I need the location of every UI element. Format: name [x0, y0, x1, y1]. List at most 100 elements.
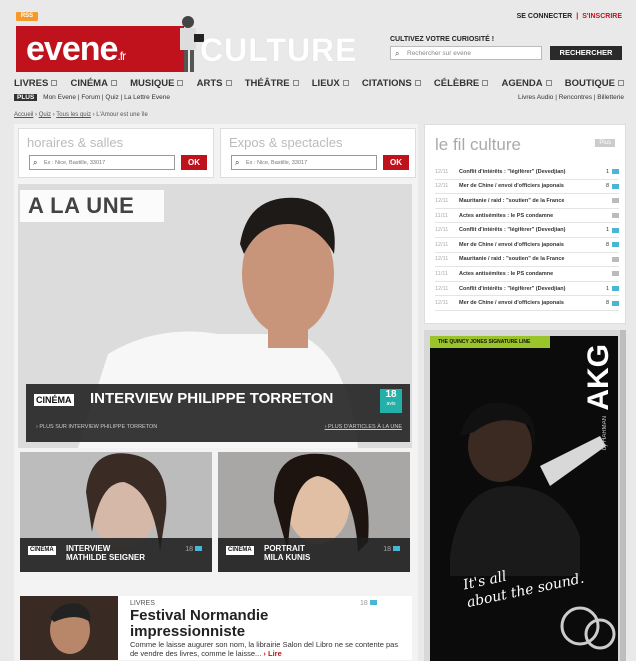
nav-item[interactable]: THÉÂTRE	[245, 76, 299, 90]
news-date: 12/11	[435, 300, 449, 307]
breadcrumb: Accueil › Quiz › Tous les quiz › L'Amour…	[14, 112, 148, 118]
nav-item[interactable]: CÉLÈBRE	[434, 76, 489, 90]
breadcrumb-quiz[interactable]: Quiz	[39, 112, 51, 118]
news-date: 12/11	[435, 256, 449, 263]
nav-item-label: ARTS	[196, 77, 223, 89]
site-search-input[interactable]: ⌕ Rechercher sur evene	[390, 46, 542, 60]
headline-title[interactable]: INTERVIEW PHILIPPE TORRETON	[90, 390, 333, 407]
news-headline: Mer de Chine / envoi d'officiers japonai…	[459, 300, 564, 307]
feature-card[interactable]: CINÉMA INTERVIEW MATHILDE SEIGNER 18	[20, 452, 212, 572]
news-date: 12/11	[435, 241, 449, 248]
comment-icon	[612, 213, 619, 219]
news-feed-list: 12/11 Conflit d'intérêts : "légifèrer" (D…	[435, 165, 619, 311]
news-feed-row[interactable]: 12/11 Conflit d'intérêts : "légifèrer" (D…	[435, 165, 619, 180]
nav-item[interactable]: LIVRES	[14, 76, 58, 90]
ad-scrollbar[interactable]	[620, 330, 626, 661]
card-title: INTERVIEW MATHILDE SEIGNER	[66, 544, 145, 562]
dropdown-icon	[342, 80, 349, 86]
breadcrumb-all-quiz[interactable]: Tous les quiz	[56, 112, 91, 118]
rss-icon[interactable]: RSS	[16, 12, 38, 21]
horaires-input[interactable]: ⌕ Ex : Nice, Bastille, 33017	[29, 155, 175, 170]
comment-icon	[393, 546, 400, 551]
nav-item[interactable]: ARTS	[197, 76, 232, 90]
comment-icon	[612, 242, 619, 248]
login-link[interactable]: SE CONNECTER	[517, 13, 573, 20]
expos-input[interactable]: ⌕ Ex : Nice, Bastille, 33017	[231, 155, 377, 170]
news-feed-row[interactable]: 12/11 Conflit d'intérêts : "légifèrer" (D…	[435, 223, 619, 238]
headline-more-link[interactable]: › PLUS SUR INTERVIEW PHILIPPE TORRETON	[36, 424, 157, 430]
more-articles-link[interactable]: › PLUS D'ARTICLES À LA UNE	[325, 424, 402, 430]
dropdown-icon	[177, 80, 184, 86]
expos-ok-button[interactable]: OK	[383, 155, 409, 170]
news-date: 12/11	[435, 168, 449, 175]
search-button[interactable]: RECHERCHER	[550, 46, 622, 60]
news-date: 11/11	[435, 212, 448, 219]
advertisement[interactable]: THE QUINCY JONES SIGNATURE LINE AKG by H…	[424, 330, 626, 661]
news-comment-count: 8	[605, 300, 609, 307]
nav-item[interactable]: AGENDA	[501, 76, 552, 90]
read-more-link[interactable]: › Lire	[263, 649, 281, 658]
breadcrumb-home[interactable]: Accueil	[14, 112, 33, 118]
news-feed-row[interactable]: 12/11 Mer de Chine / envoi d'officiers ja…	[435, 238, 619, 253]
ad-green-banner: THE QUINCY JONES SIGNATURE LINE	[430, 336, 550, 348]
news-date: 11/11	[435, 270, 448, 277]
headline-review-count[interactable]: 18 avis	[380, 389, 402, 413]
nav-item[interactable]: CITATIONS	[362, 76, 421, 90]
nav-item[interactable]: MUSIQUE	[130, 76, 184, 90]
account-links: SE CONNECTER | S'INSCRIRE	[516, 13, 622, 20]
headline-feature[interactable]: A LA UNE CINÉMA INTERVIEW PHILIPPE TORRE…	[18, 184, 412, 448]
news-feed-row[interactable]: 11/11 Actes antisémites : le PS condamne	[435, 209, 619, 224]
ad-brand: AKG	[582, 344, 615, 411]
news-headline: Mauritanie / raid : "soutien" de la Fran…	[459, 197, 565, 204]
feature-card[interactable]: CINÉMA PORTRAIT MILA KUNIS 18	[218, 452, 410, 572]
nav-item-label: LIEUX	[311, 77, 340, 89]
subnav-left-links[interactable]: Mon Evene | Forum | Quiz | La Lettre Eve…	[43, 94, 170, 101]
news-feed-more-button[interactable]: Plus	[595, 139, 615, 147]
news-feed: le fil culture Plus 12/11 Conflit d'intér…	[424, 124, 626, 324]
ad-banner[interactable]: THE QUINCY JONES SIGNATURE LINE AKG by H…	[430, 336, 618, 661]
news-comment-count: 8	[605, 183, 609, 190]
header-tagline: CULTIVEZ VOTRE CURIOSITÉ !	[390, 36, 495, 43]
article-photo	[20, 596, 118, 660]
card-category-tag: CINÉMA	[28, 546, 56, 555]
news-feed-row[interactable]: 12/11 Mer de Chine / envoi d'officiers ja…	[435, 180, 619, 195]
news-headline: Conflit d'intérêts : "légifèrer" (Devedj…	[459, 227, 566, 234]
headline-category-tag: CINÉMA	[34, 394, 74, 406]
news-headline: Conflit d'intérêts : "légifèrer" (Devedj…	[459, 168, 566, 175]
news-date: 12/11	[435, 183, 449, 190]
site-logo[interactable]: evene.fr	[16, 26, 184, 72]
main-nav: LIVRES CINÉMA MUSIQUE ARTS THÉÂTRE LIEUX CITAT…	[14, 76, 624, 90]
news-feed-row[interactable]: 12/11 Conflit d'intérêts : "légifèrer" (D…	[435, 282, 619, 297]
register-link[interactable]: S'INSCRIRE	[582, 13, 622, 20]
nav-item[interactable]: BOUTIQUE	[565, 76, 624, 90]
news-headline: Actes antisémites : le PS condamne	[459, 212, 554, 219]
comment-icon	[612, 183, 619, 189]
une-label: A LA UNE	[20, 190, 164, 222]
comment-icon	[612, 286, 619, 292]
ad-brand-by: by HARMAN	[602, 416, 608, 451]
expos-panel: Expos & spectacles ⌕ Ex : Nice, Bastille…	[220, 128, 416, 178]
page: RSS SE CONNECTER | S'INSCRIRE evene.fr CUL…	[0, 0, 636, 661]
card-caption: CINÉMA INTERVIEW MATHILDE SEIGNER 18	[20, 538, 212, 572]
news-comment-count: 1	[605, 285, 609, 292]
plus-badge: PLUS	[14, 94, 38, 101]
article-title[interactable]: Festival Normandie impressionniste	[130, 608, 330, 640]
dropdown-icon	[292, 80, 299, 86]
search-icon: ⌕	[235, 158, 240, 167]
news-feed-row[interactable]: 12/11 Mauritanie / raid : "soutien" de la…	[435, 253, 619, 268]
comment-icon	[195, 546, 202, 551]
article-item[interactable]: LIVRES Festival Normandie impressionnist…	[20, 596, 412, 660]
news-feed-row[interactable]: 12/11 Mer de Chine / envoi d'officiers ja…	[435, 296, 619, 311]
comment-icon	[369, 600, 377, 605]
news-feed-row[interactable]: 12/11 Mauritanie / raid : "soutien" de la…	[435, 194, 619, 209]
culture-wordmark: CULTURE	[200, 32, 358, 68]
article-comment-count: 18	[360, 600, 377, 607]
horaires-title: horaires & salles	[27, 135, 124, 150]
news-headline: Mer de Chine / envoi d'officiers japonai…	[459, 241, 564, 248]
news-feed-row[interactable]: 11/11 Actes antisémites : le PS condamne	[435, 267, 619, 282]
comment-icon	[612, 300, 619, 306]
nav-item[interactable]: CINÉMA	[70, 76, 117, 90]
horaires-ok-button[interactable]: OK	[181, 155, 207, 170]
subnav-right-links[interactable]: Livres Audio | Rencontres | Billetterie	[518, 94, 624, 101]
nav-item[interactable]: LIEUX	[312, 76, 349, 90]
